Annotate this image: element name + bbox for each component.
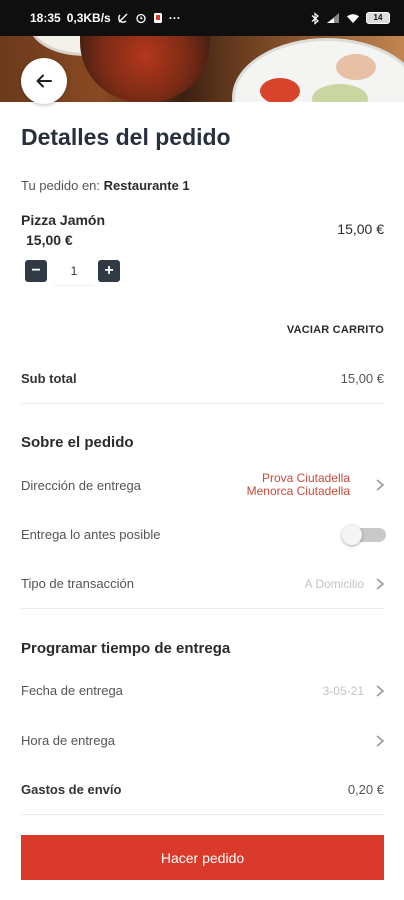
chevron-right-icon[interactable] <box>374 734 386 748</box>
about-order-title: Sobre el pedido <box>21 434 134 451</box>
restaurant-line: Tu pedido en: Restaurante 1 <box>21 178 190 193</box>
status-right: 14 <box>310 11 390 25</box>
restaurant-prefix: Tu pedido en: <box>21 178 101 193</box>
delivery-address-value[interactable]: Prova Ciutadella Menorca Ciutadella <box>247 472 350 498</box>
page-title: Detalles del pedido <box>21 124 231 150</box>
chevron-right-icon[interactable] <box>374 577 386 591</box>
chevron-right-icon[interactable] <box>374 478 386 492</box>
restaurant-name: Restaurante 1 <box>103 178 190 193</box>
back-button[interactable] <box>21 58 67 104</box>
more-notifications-icon: ··· <box>168 11 181 25</box>
quantity-decrease-button[interactable]: − <box>25 260 47 282</box>
arrow-left-icon <box>35 72 53 90</box>
delivery-address-label: Dirección de entrega <box>21 478 141 493</box>
divider <box>21 403 384 404</box>
transaction-type-value[interactable]: A Domicilio <box>305 577 364 591</box>
alarm-icon <box>135 12 147 24</box>
transaction-type-label: Tipo de transacción <box>21 576 134 591</box>
status-time: 18:35 <box>30 11 61 25</box>
chevron-right-icon[interactable] <box>374 684 386 698</box>
shipping-cost-label: Gastos de envío <box>21 782 122 797</box>
wifi-icon <box>346 13 360 24</box>
place-order-button[interactable]: Hacer pedido <box>21 835 384 880</box>
data-saver-icon <box>117 12 129 24</box>
quantity-value[interactable]: 1 <box>54 256 94 286</box>
address-line-2: Menorca Ciutadella <box>246 484 350 498</box>
schedule-delivery-title: Programar tiempo de entrega <box>21 640 231 657</box>
quantity-increase-button[interactable]: + <box>98 260 120 282</box>
notification-app-icon <box>153 12 163 24</box>
delivery-time-label: Hora de entrega <box>21 733 115 748</box>
cart-item-unit-price: 15,00 € <box>26 232 73 248</box>
plus-icon: + <box>104 262 114 279</box>
minus-icon: − <box>31 262 41 279</box>
delivery-date-value[interactable]: 3-05-21 <box>323 684 364 698</box>
food-decoration <box>336 54 376 80</box>
status-bar: 18:35 0,3KB/s ··· 14 <box>0 0 404 36</box>
delivery-date-label: Fecha de entrega <box>21 683 123 698</box>
status-left: 18:35 0,3KB/s ··· <box>30 11 181 25</box>
bluetooth-icon <box>310 11 320 25</box>
order-details-panel: Detalles del pedido Tu pedido en: Restau… <box>0 102 404 900</box>
empty-cart-button[interactable]: VACIAR CARRITO <box>287 324 384 336</box>
battery-icon: 14 <box>366 12 390 24</box>
divider <box>21 814 384 815</box>
subtotal-label: Sub total <box>21 371 77 386</box>
cart-item-name: Pizza Jamón <box>21 212 106 228</box>
toggle-knob <box>342 525 362 545</box>
pan-decoration <box>80 36 210 102</box>
divider <box>21 608 384 609</box>
status-network-speed: 0,3KB/s <box>66 11 111 25</box>
shipping-cost-value: 0,20 € <box>347 782 384 797</box>
subtotal-value: 15,00 € <box>340 371 384 386</box>
cart-item-total-price: 15,00 € <box>337 221 384 237</box>
food-decoration <box>260 78 300 102</box>
asap-delivery-label: Entrega lo antes posible <box>21 527 161 542</box>
asap-delivery-toggle[interactable] <box>338 520 390 550</box>
signal-icon <box>326 12 340 24</box>
